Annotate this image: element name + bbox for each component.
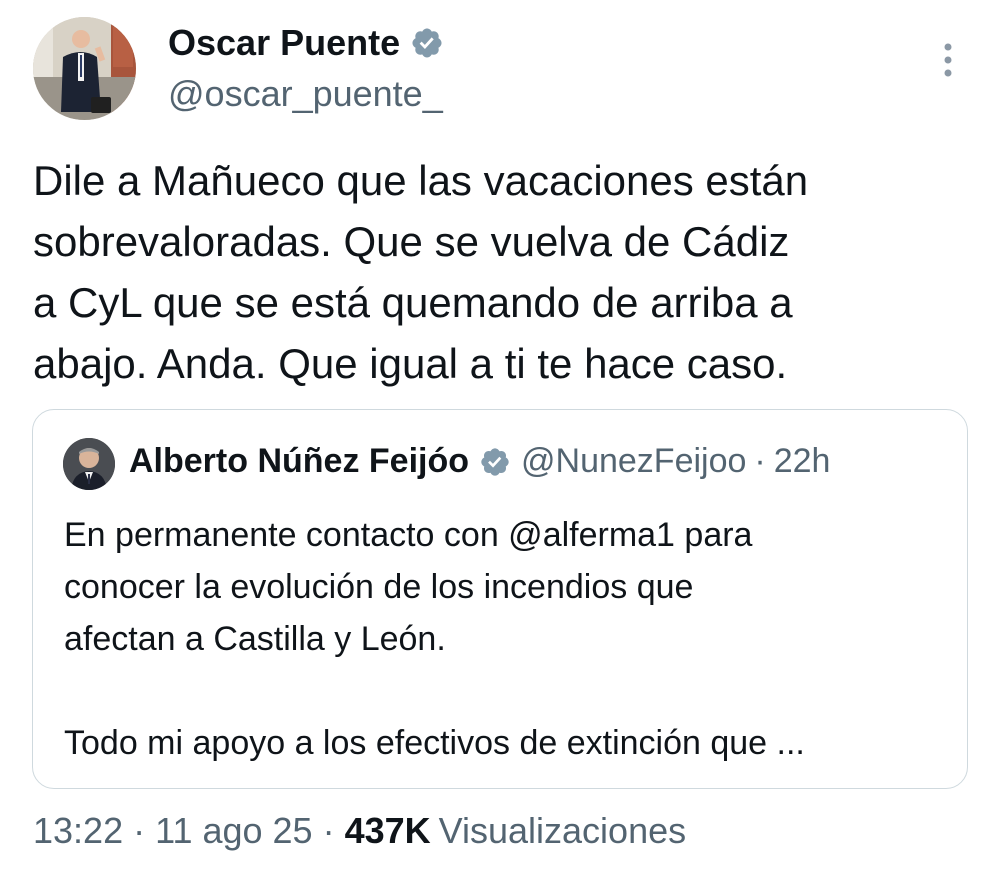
person-with-briefcase-avatar-icon <box>33 17 136 120</box>
tweet-date[interactable]: 11 ago 25 <box>155 810 312 852</box>
more-options-icon[interactable] <box>936 40 960 80</box>
tweet-time[interactable]: 13:22 <box>33 810 123 852</box>
quoted-text-line: Todo mi apoyo a los efectivos de extinci… <box>64 724 805 762</box>
quoted-separator: · <box>754 442 766 480</box>
tweet-text-line: abajo. Anda. Que igual a ti te hace caso… <box>33 340 788 387</box>
quoted-display-name[interactable]: Alberto Núñez Feijóo <box>129 442 469 481</box>
quoted-text-line: afectan a Castilla y León. <box>64 620 446 658</box>
quoted-author-avatar[interactable] <box>63 438 115 490</box>
author-name-text: Oscar Puente <box>168 22 401 63</box>
author-handle[interactable]: @oscar_puente_ <box>168 73 443 115</box>
quoted-header: Alberto Núñez Feijóo @NunezFeijoo · 22h <box>129 442 830 481</box>
tweet-text: Dile a Mañueco que las vacaciones están … <box>33 150 963 394</box>
verified-badge-icon <box>479 446 511 478</box>
verified-badge-icon <box>410 26 444 60</box>
views-count[interactable]: 437K <box>345 810 431 852</box>
meta-separator: · <box>133 810 146 851</box>
quoted-tweet[interactable]: Alberto Núñez Feijóo @NunezFeijoo · 22h … <box>32 409 968 789</box>
quoted-timestamp[interactable]: 22h <box>774 442 831 481</box>
author-display-name[interactable]: Oscar Puente <box>168 22 444 64</box>
tweet-meta: 13:22 · 11 ago 25 · 437K Visualizaciones <box>33 810 686 852</box>
tweet-text-line: a CyL que se está quemando de arriba a <box>33 279 793 326</box>
tweet-text-line: sobrevaloradas. Que se vuelva de Cádiz <box>33 218 790 265</box>
author-avatar[interactable] <box>33 17 136 120</box>
person-avatar-icon <box>63 438 115 490</box>
quoted-handle[interactable]: @NunezFeijoo <box>521 442 746 481</box>
views-label: Visualizaciones <box>438 810 687 851</box>
quoted-text-line: conocer la evolución de los incendios qu… <box>64 568 694 606</box>
quoted-text: En permanente contacto con @alferma1 par… <box>64 509 954 769</box>
tweet-card: Oscar Puente @oscar_puente_ Dile a Mañue… <box>0 0 1000 872</box>
quoted-text-line: En permanente contacto con @alferma1 par… <box>64 516 753 554</box>
meta-separator: · <box>322 810 335 851</box>
tweet-text-line: Dile a Mañueco que las vacaciones están <box>33 157 809 204</box>
